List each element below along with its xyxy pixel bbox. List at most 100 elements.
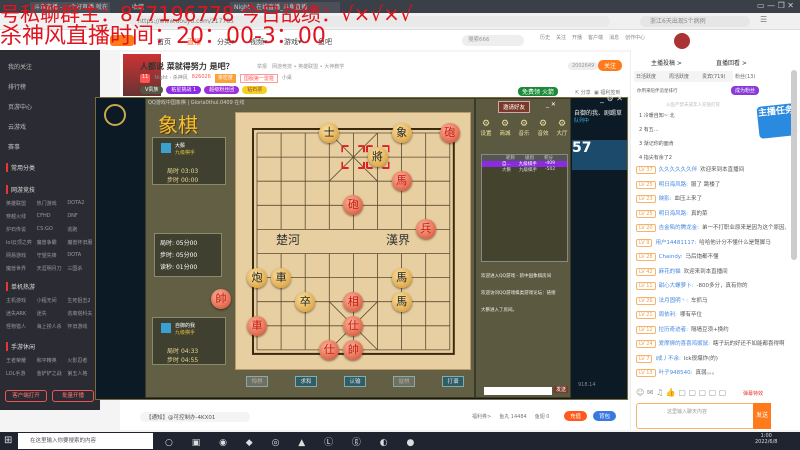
chess-board[interactable]: 楚河 漢界 士象砲將馬砲兵炮車馬卒相馬車仕仕帥 xyxy=(235,112,471,370)
fan-rank-item[interactable]: 4 指尖有余了2 xyxy=(639,154,672,161)
section-mobile-games[interactable]: 手游休闲 xyxy=(6,342,35,351)
chat-username[interactable]: 爱摩狮的喜喜鸡贩鼠: xyxy=(659,341,710,347)
barrage-effect-toggle[interactable]: 弹幕特效 xyxy=(743,390,763,397)
broadcast-icon[interactable]: 开播 xyxy=(572,34,582,41)
chess-action-button[interactable]: 悔棋 xyxy=(246,376,268,387)
fan-club-pill[interactable]: 超级粉丝团 xyxy=(204,86,240,94)
free-gift-button[interactable]: 免费领 火箭 xyxy=(518,87,558,96)
chess-piece-black[interactable]: 馬 xyxy=(391,267,412,288)
category-link[interactable]: 怪物猎人 xyxy=(6,323,37,330)
fan-rank-item[interactable]: 1 冷暖自知~ 北 xyxy=(639,112,675,119)
diamond-pill[interactable]: 钻石票 xyxy=(242,86,268,94)
chat-username[interactable]: 明日海风路: xyxy=(659,211,688,217)
client-icon[interactable]: 客户端 xyxy=(588,34,603,41)
chat-username[interactable]: 拉历奇迹者: xyxy=(659,327,688,333)
fan-rank-item[interactable]: 2 有五... xyxy=(639,126,659,133)
category-link[interactable]: CS:GO xyxy=(37,226,68,233)
fan-rank-item[interactable]: 3 渐记你的面肯 xyxy=(639,140,674,147)
chess-action-button[interactable]: 打谱 xyxy=(442,376,464,387)
open-client-button[interactable]: 客户端打开 xyxy=(5,390,47,402)
chat-scrollbar[interactable] xyxy=(791,70,797,260)
category-link[interactable]: 海上捞人杀 xyxy=(37,323,68,330)
chat-send-button[interactable]: 发送 xyxy=(753,403,771,429)
replay-link[interactable]: 直播回看 > xyxy=(716,58,747,67)
category-link[interactable]: 天涯明月刀 xyxy=(37,265,68,272)
category-link[interactable]: 主机游戏 xyxy=(6,297,37,304)
sidebar-item-esports[interactable]: 赛事 xyxy=(8,142,20,151)
category-link[interactable]: 三国杀 xyxy=(67,265,98,272)
chat-username[interactable]: 周依利: xyxy=(659,312,677,318)
chess-action-button[interactable]: 催棋 xyxy=(393,376,415,387)
chat-toolbar-icons[interactable]: ☺ ✉ ♫ 👍 ▢ ▢ ▢ ▢ ▢ xyxy=(636,388,726,397)
toolbar-tool-button[interactable]: ⚙ 音乐 xyxy=(516,119,532,137)
system-clock[interactable]: 1:00 2022/6/8 xyxy=(755,433,777,445)
follow-icon[interactable]: 关注 xyxy=(556,34,566,41)
streamer-uploads-link[interactable]: 主播投稿 > xyxy=(651,58,682,67)
chess-piece-black[interactable]: 車 xyxy=(271,267,292,288)
chat-username[interactable]: 叶子948540: xyxy=(659,370,693,376)
window-controls[interactable]: ▭ — ❐ ✕ xyxy=(757,1,794,10)
creator-icon[interactable]: 创作中心 xyxy=(625,34,645,41)
category-link[interactable]: 热门游戏 xyxy=(37,200,68,207)
chess-send-button[interactable]: 发送 xyxy=(554,386,569,393)
chess-piece-red[interactable]: 兵 xyxy=(415,219,436,240)
category-link[interactable]: 和平精英 xyxy=(37,357,68,364)
site-search-input[interactable]: 搜索666 xyxy=(462,35,524,46)
tab-daily[interactable]: 日活跃度 xyxy=(634,71,667,82)
start-broadcast-button[interactable]: 批量开播 xyxy=(52,390,94,402)
user-avatar[interactable] xyxy=(674,33,690,49)
menu-icon[interactable]: ☰ xyxy=(760,15,767,24)
chess-piece-black[interactable]: 馬 xyxy=(391,291,412,312)
category-link[interactable]: 魔兽世界 xyxy=(6,265,37,272)
streamer-name[interactable]: Night - 杀神风 xyxy=(154,74,187,83)
player-row[interactable]: 大鬃 九级棋手 -502 xyxy=(482,167,567,173)
chess-piece-black[interactable]: 將 xyxy=(367,147,388,168)
category-link[interactable]: DOTA2 xyxy=(67,200,98,207)
vip-pill[interactable]: V贵族 xyxy=(140,86,164,94)
browser-search-input[interactable]: 浙江6天出现5个病例 xyxy=(640,16,750,27)
toolbar-tool-button[interactable]: ⚙ 音效 xyxy=(535,119,551,137)
chat-username[interactable]: 甜心大螺萝卜: xyxy=(659,283,694,289)
history-icon[interactable]: 历史 xyxy=(540,34,550,41)
chess-piece-black[interactable]: 卒 xyxy=(295,291,316,312)
chess-action-button[interactable]: 求和 xyxy=(295,376,317,387)
category-link[interactable]: 第五人格 xyxy=(67,370,98,377)
category-link[interactable]: CFHD xyxy=(37,213,68,220)
follow-button[interactable]: 关注 xyxy=(598,60,623,71)
chat-username[interactable]: i成丿不余: xyxy=(655,356,680,362)
category-link[interactable]: 英雄联盟 xyxy=(6,200,37,207)
chess-piece-black[interactable]: 象 xyxy=(391,123,412,143)
category-link[interactable]: 魔兽争霸 xyxy=(37,239,68,246)
taskbar-app-icons[interactable]: ○ ▣ ◉ ◆ ◎ ▲ Ⓛ ⓖ ◐ ● xyxy=(165,435,422,448)
chat-username[interactable]: 久久久久久久伴 xyxy=(659,167,698,173)
category-link[interactable]: DNF xyxy=(67,213,98,220)
chess-action-button[interactable]: 认输 xyxy=(344,376,366,387)
report-link[interactable]: 举报 xyxy=(257,63,267,70)
chess-piece-red[interactable]: 馬 xyxy=(391,171,412,192)
chess-piece-red[interactable]: 砲 xyxy=(439,123,460,143)
category-link[interactable]: 迷失ARK xyxy=(6,310,37,317)
sidebar-item-follow[interactable]: 我的关注 xyxy=(8,62,32,71)
category-link[interactable]: 金铲铲之战 xyxy=(37,370,68,377)
category-link[interactable]: 小程无间 xyxy=(37,297,68,304)
message-icon[interactable]: 消息 xyxy=(609,34,619,41)
chess-piece-red[interactable]: 車 xyxy=(247,315,267,336)
category-link[interactable]: DOTA xyxy=(67,252,98,259)
chat-username[interactable]: 明日海风路: xyxy=(659,182,688,188)
chat-username[interactable]: Chaindy: xyxy=(659,254,683,260)
section-single-games[interactable]: 单机热游 xyxy=(6,282,35,291)
section-online-games[interactable]: 网游竞技 xyxy=(6,185,35,194)
chat-username[interactable]: 法月固明丶: xyxy=(659,298,688,304)
category-link[interactable]: 王者荣耀 xyxy=(6,357,37,364)
category-link[interactable]: 怀旧游戏 xyxy=(67,323,98,330)
toolbar-tool-button[interactable]: ⚙ 设置 xyxy=(478,119,494,137)
category-link[interactable]: 生死狙击2 xyxy=(67,297,98,304)
chess-piece-red[interactable]: 相 xyxy=(343,291,364,312)
challenge-pill[interactable]: 粘星挑战 1 xyxy=(166,86,202,94)
category-link[interactable]: 炉石传说 xyxy=(6,226,37,233)
category-link[interactable]: 逃离塔科夫 xyxy=(67,310,98,317)
chat-username[interactable]: 吉金陷的腾龙金: xyxy=(659,225,699,231)
chat-input[interactable]: 这里输入聊天内容 xyxy=(636,403,771,429)
category-breadcrumb[interactable]: 网游竞技 • 英雄联盟 • 大神教学 xyxy=(272,63,344,70)
invite-friend-button[interactable]: 邀请好友 xyxy=(498,101,531,113)
